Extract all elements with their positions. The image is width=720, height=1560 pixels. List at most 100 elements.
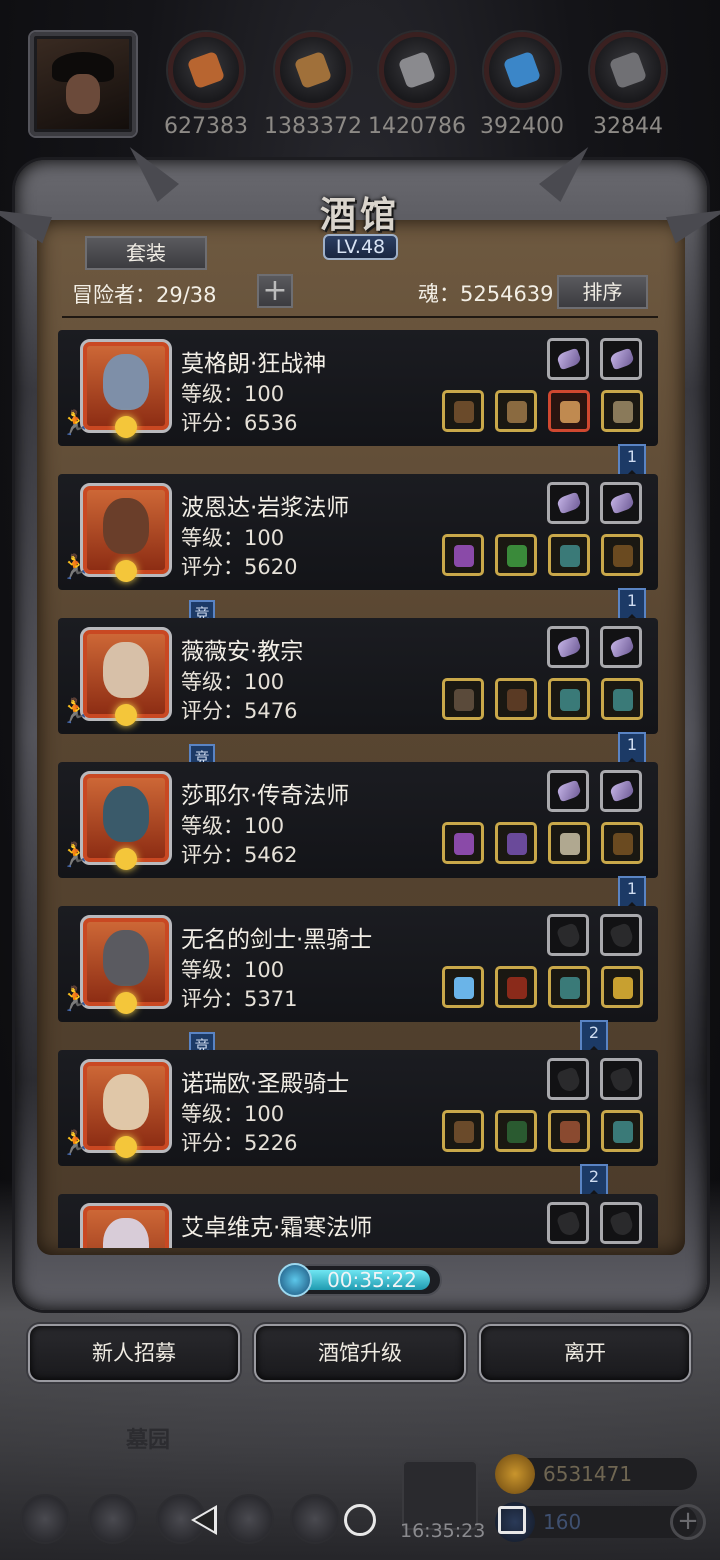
hero-card[interactable]: 🏃莫格朗·狂战神等级：100评分：65361 xyxy=(56,328,666,478)
gem-slot[interactable] xyxy=(600,626,642,668)
hero-card[interactable]: 🏃诺瑞欧·圣殿骑士等级：100评分：52262 xyxy=(56,1048,666,1198)
leave-button[interactable]: 离开 xyxy=(479,1324,691,1382)
hero-card[interactable]: 🏃艾卓维克·霜寒法师 xyxy=(56,1192,666,1248)
equipment-slot[interactable] xyxy=(442,1110,484,1152)
hero-card[interactable]: 🏃莎耶尔·传奇法师等级：100评分：54621 xyxy=(56,760,666,910)
settings-icon[interactable] xyxy=(20,1494,70,1544)
crystal-icon xyxy=(484,32,560,108)
hero-level: 等级：100 xyxy=(181,382,285,406)
equipment-slot[interactable] xyxy=(495,966,537,1008)
equipment-slot[interactable] xyxy=(442,534,484,576)
recents-nav-icon[interactable] xyxy=(498,1506,526,1534)
resource-value: 1420786 xyxy=(368,114,466,139)
equipment-slot[interactable] xyxy=(442,822,484,864)
equipment-slot[interactable] xyxy=(601,1110,643,1152)
gem-slot[interactable] xyxy=(547,482,589,524)
resource-stone[interactable]: 32844 xyxy=(588,32,668,142)
hero-name: 莫格朗·狂战神 xyxy=(181,351,327,377)
equipment-slot[interactable] xyxy=(601,966,643,1008)
gem-slot[interactable] xyxy=(600,338,642,380)
glove-slot[interactable] xyxy=(600,1202,642,1244)
staff-icon xyxy=(454,833,474,855)
hero-face-icon xyxy=(103,498,149,554)
axe-icon xyxy=(454,401,474,423)
home-nav-icon[interactable] xyxy=(344,1504,376,1536)
equipment-slot[interactable] xyxy=(548,1110,590,1152)
back-nav-icon[interactable] xyxy=(191,1505,217,1535)
gem-slot[interactable] xyxy=(600,482,642,524)
equipment-slot[interactable] xyxy=(495,678,537,720)
player-avatar[interactable] xyxy=(30,32,136,136)
coin-icon xyxy=(495,1454,535,1494)
hero-face-icon xyxy=(103,1218,149,1248)
gem-slot[interactable] xyxy=(547,626,589,668)
hero-portrait[interactable] xyxy=(80,915,172,1014)
recruit-button[interactable]: 新人招募 xyxy=(28,1324,240,1382)
glove-icon xyxy=(608,922,636,950)
hero-card[interactable]: 🏃薇薇安·教宗等级：100评分：5476竞1 xyxy=(56,616,666,774)
bag-icon[interactable] xyxy=(224,1494,274,1544)
star-icon[interactable] xyxy=(88,1494,138,1544)
glove-slot[interactable] xyxy=(547,1202,589,1244)
equipment-slot[interactable] xyxy=(495,822,537,864)
bow-icon xyxy=(613,545,633,567)
glove-slot[interactable] xyxy=(600,1058,642,1100)
hero-portrait[interactable] xyxy=(80,1203,172,1248)
upgrade-tavern-button[interactable]: 酒馆升级 xyxy=(254,1324,466,1382)
add-slot-button[interactable]: + xyxy=(257,274,293,308)
glove-icon xyxy=(555,1210,583,1238)
resource-iron[interactable]: 1420786 xyxy=(368,32,466,142)
glove-icon xyxy=(608,1210,636,1238)
glove-icon xyxy=(555,1066,583,1094)
iron-icon xyxy=(379,32,455,108)
add-currency-button[interactable]: + xyxy=(670,1504,706,1540)
cloak-green-icon xyxy=(507,1121,527,1143)
hero-face-icon xyxy=(103,354,149,410)
resource-meat[interactable]: 627383 xyxy=(164,32,248,142)
equipment-slot[interactable] xyxy=(548,966,590,1008)
equipment-slot[interactable] xyxy=(495,390,537,432)
moon-icon xyxy=(115,704,137,726)
gem-slot[interactable] xyxy=(547,338,589,380)
equipment-slot[interactable] xyxy=(548,822,590,864)
equipment-slot[interactable] xyxy=(548,678,590,720)
divider xyxy=(62,316,658,318)
hero-list[interactable]: 🏃莫格朗·狂战神等级：100评分：65361🏃波恩达·岩浆法师等级：100评分：… xyxy=(56,326,666,1248)
suit-button[interactable]: 套装 xyxy=(85,236,207,270)
equipment-slot[interactable] xyxy=(601,390,643,432)
equipment-slot[interactable] xyxy=(548,390,590,432)
resource-crystal[interactable]: 392400 xyxy=(480,32,564,142)
hero-card[interactable]: 🏃波恩达·岩浆法师等级：100评分：5620竞1 xyxy=(56,472,666,630)
hero-portrait[interactable] xyxy=(80,483,172,582)
gem-icon xyxy=(608,635,636,659)
hero-name: 无名的剑士·黑骑士 xyxy=(181,927,373,953)
hero-portrait[interactable] xyxy=(80,771,172,870)
gem-slot[interactable] xyxy=(547,770,589,812)
hero-portrait[interactable] xyxy=(80,627,172,726)
hero-card[interactable]: 🏃无名的剑士·黑骑士等级：100评分：5371竞2 xyxy=(56,904,666,1062)
armor-red-icon xyxy=(507,977,527,999)
map-icon[interactable] xyxy=(290,1494,340,1544)
glove-slot[interactable] xyxy=(600,914,642,956)
resource-wood[interactable]: 1383372 xyxy=(264,32,362,142)
hero-portrait[interactable] xyxy=(80,339,172,438)
hero-portrait[interactable] xyxy=(80,1059,172,1158)
equipment-slot[interactable] xyxy=(601,534,643,576)
sort-button[interactable]: 排序 xyxy=(557,275,648,309)
equipment-slot[interactable] xyxy=(442,390,484,432)
equipment-slot[interactable] xyxy=(601,678,643,720)
glove-slot[interactable] xyxy=(547,914,589,956)
equipment-slot[interactable] xyxy=(548,534,590,576)
glove-slot[interactable] xyxy=(547,1058,589,1100)
runner-icon: 🏃 xyxy=(60,550,90,584)
equipment-slot[interactable] xyxy=(442,678,484,720)
staff-icon xyxy=(454,545,474,567)
equipment-slot[interactable] xyxy=(601,822,643,864)
moon-icon xyxy=(115,848,137,870)
equipment-slot[interactable] xyxy=(442,966,484,1008)
gem-slot[interactable] xyxy=(600,770,642,812)
panel-title: 酒馆 xyxy=(319,195,400,236)
equipment-slot[interactable] xyxy=(495,1110,537,1152)
armor-purple-icon xyxy=(507,833,527,855)
equipment-slot[interactable] xyxy=(495,534,537,576)
